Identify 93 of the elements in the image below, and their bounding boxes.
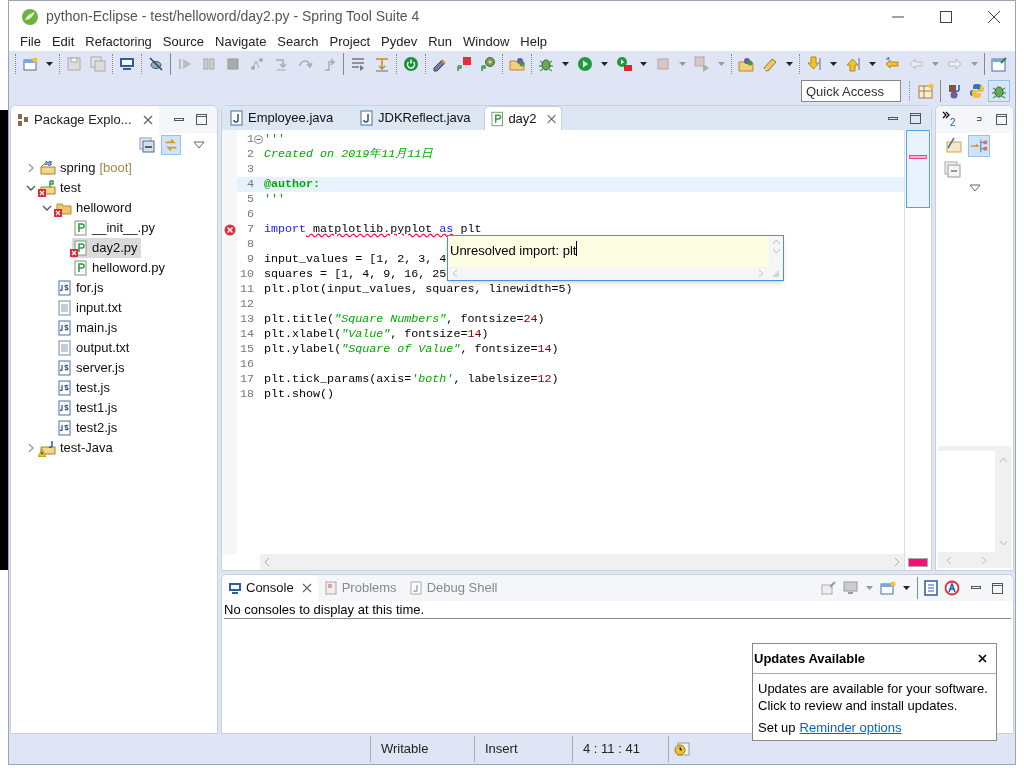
console-tab[interactable]: Console: [222, 575, 318, 601]
tree-label: test.js: [76, 379, 110, 398]
line-number: 15: [239, 342, 254, 357]
menu-item[interactable]: Refactoring: [80, 31, 157, 52]
line-number: 14: [239, 327, 254, 342]
tree-item[interactable]: input.txt: [56, 298, 122, 318]
console-message: No consoles to display at this time.: [224, 602, 425, 617]
menu-item[interactable]: Search: [272, 31, 324, 52]
menu-item[interactable]: Edit: [46, 31, 80, 52]
panel-title: Package Explo...: [34, 110, 132, 129]
line-number: 2: [247, 147, 254, 162]
code-line: plt.ylabel("Square of Value", fontsize=14): [263, 342, 559, 357]
tree-label: input.txt: [76, 299, 122, 318]
tree-item[interactable]: helloword: [56, 198, 132, 218]
code-line: plt.plot(input_values, squares, linewidth=5): [263, 282, 573, 297]
code-line: input_values = [1, 2, 3, 4: [263, 252, 447, 267]
tree-label: test1.js: [76, 399, 118, 418]
menu-item[interactable]: Navigate: [210, 31, 272, 52]
tree-item[interactable]: test1.js: [56, 398, 118, 418]
line-number: 9: [247, 252, 254, 267]
menu-item[interactable]: Pydev: [376, 31, 423, 52]
menu-item[interactable]: Source: [157, 31, 210, 52]
code-line: plt.xlabel("Value", fontsize=14): [263, 327, 489, 342]
status-text: 4 : 11 : 41: [583, 740, 640, 759]
menu-item[interactable]: Run: [423, 31, 458, 52]
overflow-count: 2: [950, 118, 956, 128]
line-number: 5: [247, 192, 254, 207]
tree-label-suffix: [boot]: [99, 159, 132, 178]
tree-label: output.txt: [76, 339, 130, 358]
tree-label: helloword: [76, 199, 132, 218]
line-number: 10: [239, 267, 254, 282]
tree-item[interactable]: helloword.py: [72, 258, 165, 278]
notification-text: Updates are available for your software.: [758, 680, 989, 697]
menu-item[interactable]: Help: [515, 31, 553, 52]
quick-access-field[interactable]: Quick Access: [801, 80, 901, 102]
tree-item[interactable]: main.js: [56, 318, 118, 338]
overflow-tabs-button[interactable]: 2: [942, 111, 956, 128]
tree-item[interactable]: test: [40, 178, 81, 198]
code-line: @author:: [263, 177, 321, 192]
tree-label: __init__.py: [92, 219, 155, 238]
line-number: 11: [239, 282, 254, 297]
tree-label: spring: [60, 159, 96, 178]
line-number: 3: [247, 162, 254, 177]
line-number: 18: [239, 387, 254, 402]
code-line: plt.tick_params(axis='both', labelsize=12): [263, 372, 559, 387]
code-line: plt.title("Square Numbers", fontsize=24): [263, 312, 545, 327]
code-line: plt.show(): [263, 387, 335, 402]
tree-label: test: [60, 179, 81, 198]
tree-item[interactable]: test.js: [56, 378, 110, 398]
tree-item[interactable]: test-Java: [40, 438, 113, 458]
line-number: 16: [239, 357, 254, 372]
package-explorer-tab[interactable]: Package Explo...: [11, 106, 159, 133]
line-number: 7: [247, 222, 254, 237]
menu-item[interactable]: Project: [324, 31, 376, 52]
editor-tab[interactable]: JDKReflect.java: [354, 106, 476, 130]
tree-item[interactable]: spring [boot]: [40, 158, 132, 178]
line-number: 12: [239, 297, 254, 312]
line-number: 4: [247, 177, 254, 192]
tree-item[interactable]: server.js: [56, 358, 125, 378]
code-line: import matplotlib.pyplot as plt: [263, 222, 482, 237]
menu-item[interactable]: Window: [458, 31, 515, 52]
editor-tab[interactable]: Employee.java: [224, 106, 346, 130]
tree-label: server.js: [76, 359, 125, 378]
tree-label: for.js: [76, 279, 104, 298]
tree-item[interactable]: output.txt: [56, 338, 130, 358]
status-text: Writable: [381, 740, 429, 759]
line-number: 6: [247, 207, 254, 222]
tree-item[interactable]: for.js: [56, 278, 104, 298]
popup-text: Unresolved import: plt: [450, 242, 577, 260]
line-number: 13: [239, 312, 254, 327]
tree-label: day2.py: [92, 239, 138, 258]
tree-item[interactable]: __init__.py: [72, 218, 155, 238]
notification-text: Click to review and install updates.: [758, 697, 959, 714]
tree-label: test2.js: [76, 419, 118, 438]
line-number: 8: [247, 237, 254, 252]
tree-label: test-Java: [60, 439, 113, 458]
line-number: 17: [239, 372, 254, 387]
status-text: Insert: [485, 740, 518, 759]
tree-item[interactable]: day2.py: [72, 238, 141, 258]
code-line: ''': [263, 192, 286, 207]
menu-item[interactable]: File: [15, 31, 46, 52]
reminder-text: Set up: [758, 719, 796, 736]
code-line: ''': [263, 132, 286, 147]
window-title: python-Eclipse - test/helloword/day2.py - Spring Tool Suite 4: [46, 7, 420, 26]
reminder-options-link[interactable]: Reminder options: [799, 719, 902, 736]
code-line: Created on 2019年11月11日: [263, 147, 434, 162]
code-line: squares = [1, 4, 9, 16, 25: [263, 267, 447, 282]
line-number: 1: [247, 132, 254, 147]
tree-label: main.js: [76, 319, 118, 338]
tree-label: helloword.py: [92, 259, 165, 278]
tree-item[interactable]: test2.js: [56, 418, 118, 438]
notification-title: Updates Available: [754, 649, 866, 668]
editor-tab[interactable]: day2: [484, 106, 562, 130]
